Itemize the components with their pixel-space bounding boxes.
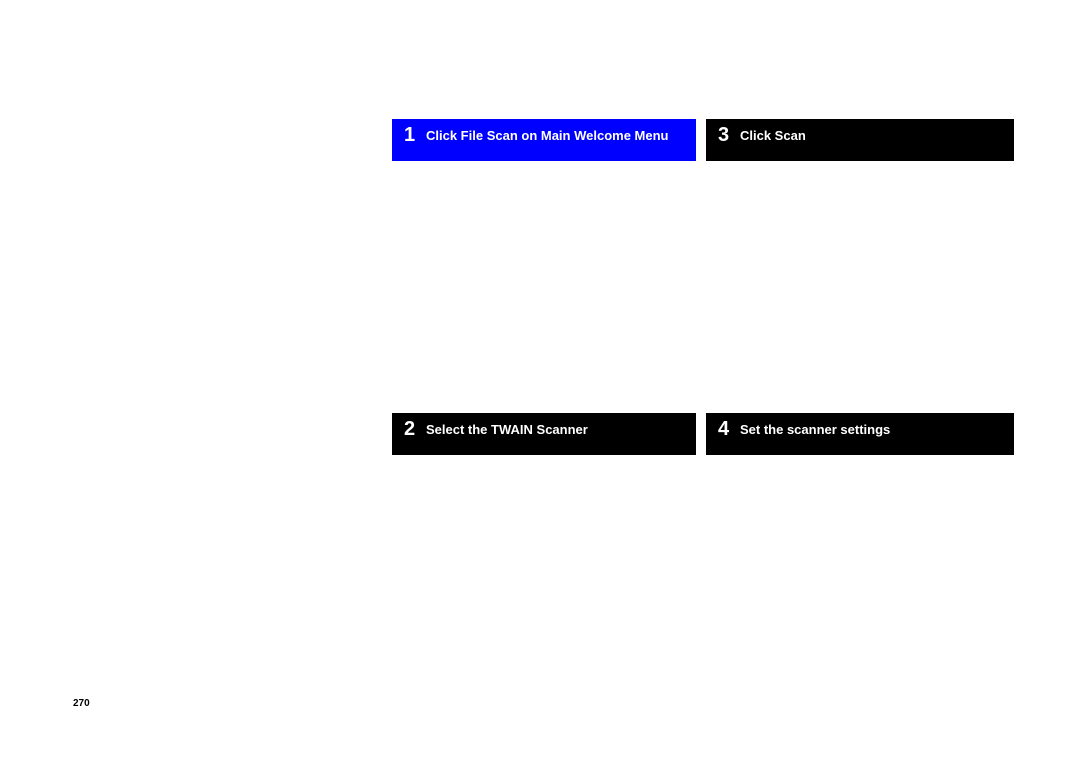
step-1-header: 1 Click File Scan on Main Welcome Menu [392,119,696,161]
step-4-number: 4 [706,413,740,439]
step-3-title: Click Scan [740,119,806,144]
page-number: 270 [73,698,90,709]
step-3-number: 3 [706,119,740,145]
step-4-header: 4 Set the scanner settings [706,413,1014,455]
step-2-header: 2 Select the TWAIN Scanner [392,413,696,455]
step-1-number: 1 [392,119,426,145]
step-4-title: Set the scanner settings [740,413,890,438]
document-page: 1 Click File Scan on Main Welcome Menu 3… [0,0,1080,763]
step-2-number: 2 [392,413,426,439]
step-3-header: 3 Click Scan [706,119,1014,161]
step-2-title: Select the TWAIN Scanner [426,413,588,438]
step-1-title: Click File Scan on Main Welcome Menu [426,119,668,144]
